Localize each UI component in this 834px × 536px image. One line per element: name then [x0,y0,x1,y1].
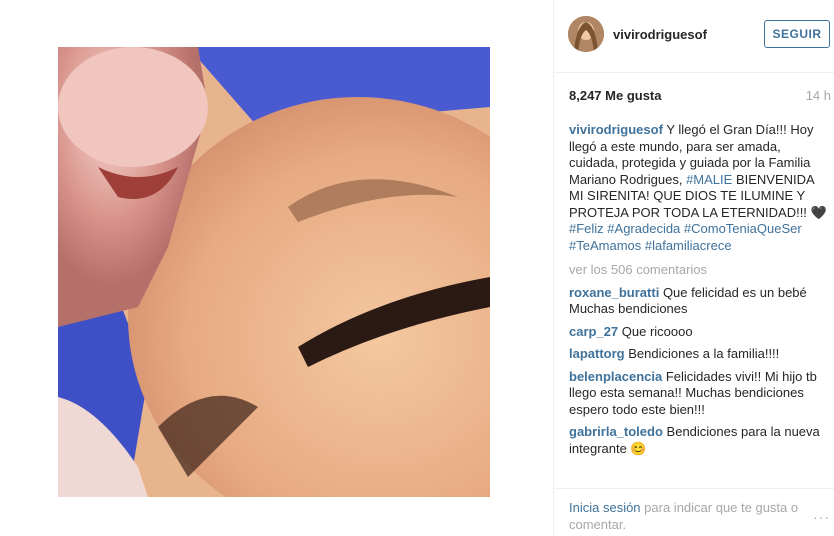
comment-username[interactable]: belenplacencia [569,369,662,384]
comment-username[interactable]: lapattorg [569,346,625,361]
comment-item: lapattorg Bendiciones a la familia!!!! [569,346,831,363]
comment-text: Bendiciones a la familia!!!! [628,346,780,361]
avatar[interactable] [568,16,604,52]
comments-list: vivirodriguesof Y llegó el Gran Día!!! H… [569,122,831,487]
likes-count[interactable]: 8,247 Me gusta [569,88,662,103]
caption-username[interactable]: vivirodriguesof [569,122,663,137]
caption-hashtag-malie[interactable]: #MALIE [686,172,732,187]
comment-item: roxane_buratti Que felicidad es un bebé … [569,285,831,318]
caption-hashtags[interactable]: #Feliz #Agradecida #ComoTeniaQueSer #TeA… [569,221,802,253]
post-time[interactable]: 14 h [806,88,831,103]
more-options-icon[interactable]: ··· [813,509,830,525]
follow-button[interactable]: SEGUIR [764,20,830,48]
comments-fade [569,477,831,487]
post-footer: Inicia sesión para indicar que te gusta … [554,488,834,536]
comment-username[interactable]: roxane_buratti [569,285,659,300]
post-photo-image [58,47,490,497]
comment-text: Que ricoooo [621,323,693,339]
view-all-comments-link[interactable]: ver los 506 comentarios [569,262,831,279]
post-sidebar: vivirodriguesof SEGUIR 8,247 Me gusta 14… [553,0,834,535]
comment-item: gabrirla_toledo Bendiciones para la nuev… [569,424,831,457]
comment-item: carp_27 Que ricoooo [569,324,831,341]
login-link[interactable]: Inicia sesión [569,500,641,515]
photo-pane [0,0,553,535]
comment-item: belenplacencia Felicidades vivi!! Mi hij… [569,369,831,419]
header-username[interactable]: vivirodriguesof [613,27,707,42]
post-stats: 8,247 Me gusta 14 h [569,88,831,106]
comment-username[interactable]: carp_27 [569,324,618,339]
caption: vivirodriguesof Y llegó el Gran Día!!! H… [569,122,831,254]
post-photo[interactable] [58,47,490,497]
post-header: vivirodriguesof SEGUIR [554,0,834,73]
login-prompt: Inicia sesión para indicar que te gusta … [569,499,799,533]
comment-username[interactable]: gabrirla_toledo [569,424,663,439]
